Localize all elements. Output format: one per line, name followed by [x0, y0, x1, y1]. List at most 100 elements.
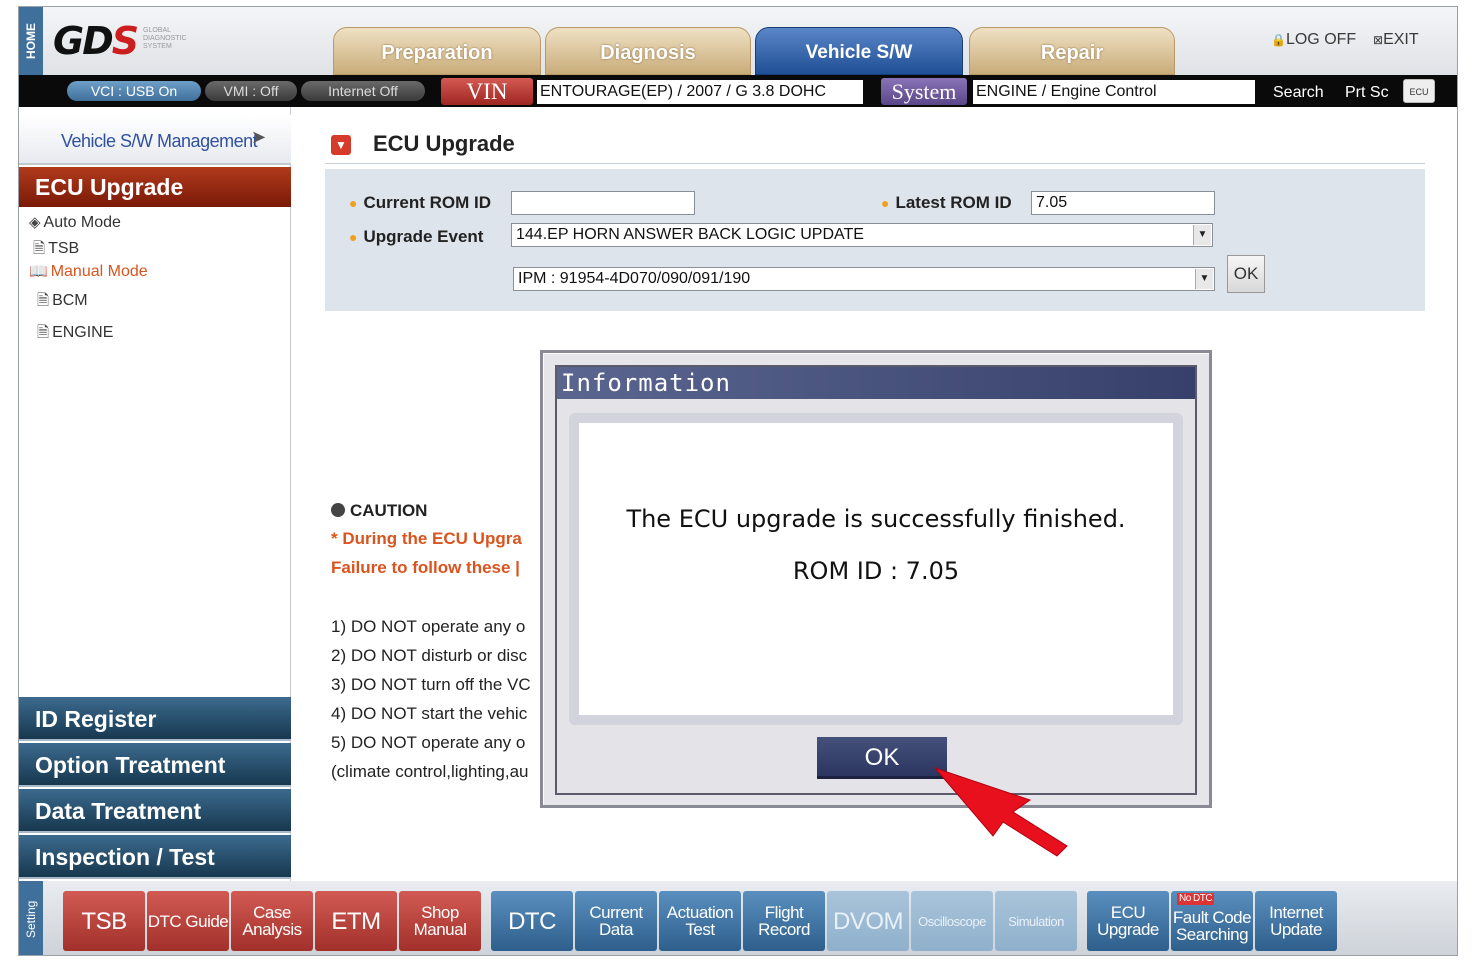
information-dialog: Information The ECU upgrade is successfu…: [540, 350, 1212, 808]
toolbar-dvom-button: DVOM: [827, 891, 909, 951]
toolbar-actuation-test-button[interactable]: Actuation Test: [659, 891, 741, 951]
toolbar-flight-record-button[interactable]: Flight Record: [743, 891, 825, 951]
dialog-title: Information: [557, 367, 1195, 399]
page-title: ECU Upgrade: [373, 131, 515, 156]
tree-item-label: TSB: [48, 240, 80, 257]
tab-vehicle-sw-management[interactable]: Vehicle S/W Management: [755, 27, 963, 113]
ipm-select[interactable]: IPM : 91954-4D070/090/091/190 ▼: [513, 267, 1215, 291]
chevron-down-icon[interactable]: ▼: [1193, 225, 1211, 245]
toolbar-ecu-upgrade-button[interactable]: ECU Upgrade: [1087, 891, 1169, 951]
no-dtc-badge: No DTC: [1177, 893, 1215, 905]
top-header: HOME GDS GLOBAL DIAGNOSTIC SYSTEM Prepar…: [19, 7, 1457, 113]
toolbar-case-analysis-button[interactable]: Case Analysis: [231, 891, 313, 951]
status-bar: VCI : USB On VMI : Off Internet Off VIN …: [19, 75, 1457, 107]
exit-button[interactable]: ⊠EXIT: [1373, 31, 1419, 49]
toolbar-tsb-button[interactable]: TSB: [63, 891, 145, 951]
setting-tab[interactable]: Setting: [19, 881, 43, 955]
vci-status: VCI : USB On: [67, 81, 201, 101]
caution-warning-line: * During the ECU Upgra: [331, 529, 522, 548]
toolbar-fault-code-searching-button[interactable]: No DTC Fault Code Searching: [1171, 891, 1253, 951]
caution-item: 1) DO NOT operate any o: [331, 617, 526, 636]
sidebar-section-id-register[interactable]: ID Register: [19, 697, 291, 741]
sidebar-header-label: Vehicle S/W Management: [61, 131, 258, 151]
caution-item: 5) DO NOT operate any o: [331, 733, 526, 752]
tab-repair[interactable]: Repair: [969, 27, 1175, 75]
sidebar-section-data-treatment[interactable]: Data Treatment: [19, 789, 291, 833]
current-rom-field[interactable]: [511, 191, 695, 215]
logo-s: S: [111, 19, 139, 63]
close-box-icon: ⊠: [1373, 33, 1384, 47]
lock-icon: 🔒: [1271, 33, 1286, 47]
ecu-icon[interactable]: ECU: [1403, 79, 1435, 103]
tab-preparation[interactable]: Preparation: [333, 27, 541, 75]
caution-item: 3) DO NOT turn off the VC: [331, 675, 531, 694]
toolbar-internet-update-button[interactable]: Internet Update: [1255, 891, 1337, 951]
internet-status: Internet Off: [301, 81, 425, 101]
search-button[interactable]: Search: [1273, 84, 1324, 102]
logo-subtitle: GLOBAL DIAGNOSTIC SYSTEM: [143, 27, 187, 50]
current-rom-label-text: Current ROM ID: [363, 193, 491, 212]
chevron-down-icon[interactable]: ▼: [1195, 269, 1213, 289]
document-icon: 🗎: [33, 240, 46, 257]
system-button[interactable]: System: [881, 78, 967, 105]
log-off-button[interactable]: 🔒LOG OFF: [1271, 31, 1356, 49]
current-rom-label: ● Current ROM ID: [349, 193, 491, 212]
tree-item-manual-mode[interactable]: 📖 Manual Mode: [29, 262, 148, 281]
tree-item-tsb[interactable]: 🗎 TSB: [33, 238, 79, 263]
vmi-status: VMI : Off: [205, 81, 297, 101]
form-ok-button[interactable]: OK: [1227, 255, 1265, 293]
book-icon: 📖: [29, 263, 48, 280]
document-icon: 🗎: [37, 292, 50, 309]
latest-rom-label-text: Latest ROM ID: [895, 193, 1012, 212]
toolbar-dtc-guide-button[interactable]: DTC Guide: [147, 891, 229, 951]
caution-warning-line: Failure to follow these |: [331, 558, 520, 577]
dialog-message: The ECU upgrade is successfully finished…: [626, 505, 1126, 533]
upgrade-event-label: ● Upgrade Event: [349, 227, 484, 246]
exit-label: EXIT: [1383, 31, 1419, 48]
sidebar: Vehicle S/W Management ➤ ECU Upgrade ◈ Au…: [19, 107, 291, 881]
dialog-message-box: The ECU upgrade is successfully finished…: [569, 413, 1183, 725]
toolbar-current-data-button[interactable]: Current Data: [575, 891, 657, 951]
toolbar-etm-button[interactable]: ETM: [315, 891, 397, 951]
latest-rom-field[interactable]: 7.05: [1031, 191, 1215, 215]
caution-title: CAUTION: [331, 501, 427, 521]
logo-text: GD: [53, 19, 114, 63]
upgrade-event-value: 144.EP HORN ANSWER BACK LOGIC UPDATE: [516, 226, 864, 243]
toolbar-simulation-button: Simulation: [995, 891, 1077, 951]
gds-logo: GDS: [53, 19, 139, 63]
toolbar-dtc-button[interactable]: DTC: [491, 891, 573, 951]
tree-item-engine[interactable]: 🗎 ENGINE: [37, 322, 113, 347]
caution-item: 4) DO NOT start the vehic: [331, 704, 528, 723]
sidebar-section-option-treatment[interactable]: Option Treatment: [19, 743, 291, 787]
upgrade-event-select[interactable]: 144.EP HORN ANSWER BACK LOGIC UPDATE ▼: [511, 223, 1213, 247]
tree-item-label: BCM: [52, 292, 88, 309]
tree-item-label: ENGINE: [52, 324, 114, 341]
caution-title-text: CAUTION: [350, 501, 428, 520]
arrow-right-icon: ➤: [251, 127, 267, 147]
tab-diagnosis[interactable]: Diagnosis: [545, 27, 751, 75]
sidebar-header[interactable]: Vehicle S/W Management ➤: [19, 115, 291, 165]
title-divider: [325, 163, 1425, 164]
tree-item-auto-mode[interactable]: ◈ Auto Mode: [29, 213, 121, 232]
sidebar-section-ecu-upgrade[interactable]: ECU Upgrade: [19, 167, 291, 207]
print-screen-button[interactable]: Prt Sc: [1345, 84, 1389, 102]
caution-item: 2) DO NOT disturb or disc: [331, 646, 528, 665]
tree-item-label: Auto Mode: [43, 214, 121, 231]
fault-code-label: Fault Code Searching: [1172, 908, 1252, 944]
sidebar-section-inspection-test[interactable]: Inspection / Test: [19, 835, 291, 879]
log-off-label: LOG OFF: [1285, 31, 1357, 48]
bottom-toolbar: Setting TSB DTC Guide Case Analysis ETM …: [19, 881, 1457, 955]
collapse-icon[interactable]: ▼: [331, 135, 351, 155]
tree-item-bcm[interactable]: 🗎 BCM: [37, 290, 88, 315]
car-icon: ◈: [29, 214, 41, 231]
ipm-value: IPM : 91954-4D070/090/091/190: [518, 270, 751, 287]
toolbar-oscilloscope-button: Oscilloscope: [911, 891, 993, 951]
vin-button[interactable]: VIN: [441, 78, 533, 105]
toolbar-shop-manual-button[interactable]: Shop Manual: [399, 891, 481, 951]
dialog-body: Information The ECU upgrade is successfu…: [555, 365, 1197, 795]
dialog-rom-id: ROM ID : 7.05: [792, 557, 960, 585]
home-tab[interactable]: HOME: [19, 7, 43, 75]
bullet-icon: [331, 503, 345, 517]
tree-item-label: Manual Mode: [50, 263, 148, 280]
document-icon: 🗎: [37, 324, 50, 341]
